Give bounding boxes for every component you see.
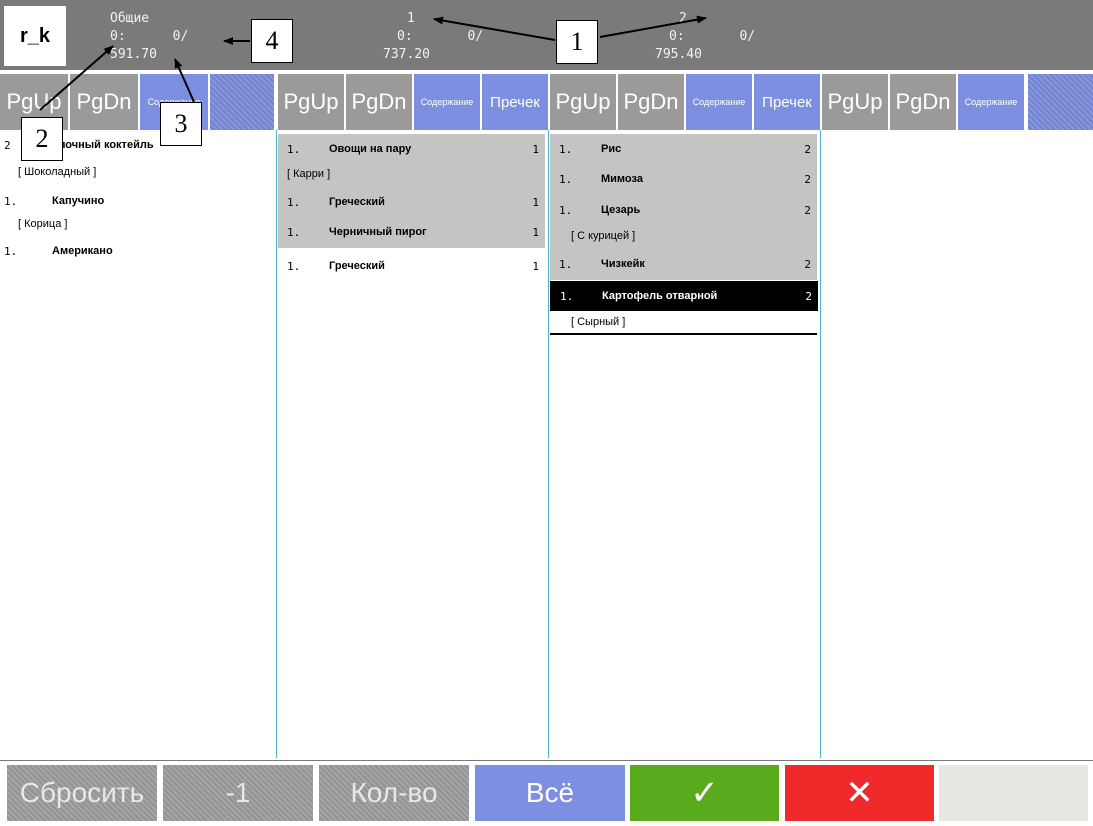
- precheck-button-disabled[interactable]: [210, 74, 274, 130]
- pgup-button[interactable]: PgUp: [822, 74, 888, 130]
- quantity-button[interactable]: Кол-во: [319, 765, 469, 821]
- header-column-title: 2: [679, 11, 687, 26]
- callout-label: 2: [21, 117, 63, 161]
- item-modifier: [ С курицей ]: [571, 230, 636, 242]
- item-name: Овощи на пару: [329, 143, 412, 155]
- item-name: Мимоза: [601, 173, 643, 185]
- item-quantity: 1.: [4, 195, 18, 208]
- order-item[interactable]: 1. Капучино: [0, 188, 275, 214]
- item-count: 2: [804, 173, 811, 186]
- pgdn-button[interactable]: PgDn: [70, 74, 138, 130]
- item-count: 2: [804, 204, 811, 217]
- checkmark-icon: ✓: [690, 774, 719, 812]
- order-item[interactable]: 1. Греческий 1: [277, 253, 545, 279]
- order-column-2: 1. Рис 2 1. Мимоза 2 1. Цезарь 2 [ С кур…: [549, 130, 820, 758]
- item-quantity: 1.: [559, 204, 573, 217]
- item-name: Американо: [52, 245, 113, 257]
- item-name: Черничный пирог: [329, 226, 427, 238]
- pgdn-button[interactable]: PgDn: [346, 74, 412, 130]
- order-item[interactable]: 1. Греческий 1: [277, 189, 545, 215]
- header-column-total: 737.20: [383, 47, 430, 62]
- header-column-title: 1: [407, 11, 415, 26]
- item-count: 2: [805, 290, 812, 303]
- callout-label: 1: [556, 20, 598, 64]
- header-bar: r_k Общие 0: 0/ 591.70 1 0: 0/ 737.20 2 …: [0, 0, 1093, 70]
- precheck-button[interactable]: Пречек: [482, 74, 548, 130]
- header-column-counter: 0: 0/: [669, 29, 756, 44]
- header-column-counter: 0: 0/: [397, 29, 484, 44]
- confirm-button[interactable]: ✓: [630, 765, 779, 821]
- order-item-selected[interactable]: 1. Картофель отварной 2: [550, 281, 818, 311]
- item-count: 1: [532, 143, 539, 156]
- precheck-button[interactable]: Пречек: [754, 74, 820, 130]
- empty-footer-slot: [939, 765, 1088, 821]
- all-button[interactable]: Всё: [475, 765, 625, 821]
- item-name: Рис: [601, 143, 622, 155]
- contents-button[interactable]: Содержание: [686, 74, 752, 130]
- item-name: Цезарь: [601, 204, 641, 216]
- column-2-toolbar: PgUp PgDn Содержание Пречек: [550, 74, 820, 130]
- order-column-0: 2 олочный коктейль [ Шоколадный ] 1. Кап…: [0, 130, 275, 758]
- selected-order-underline: [550, 333, 817, 335]
- header-column-total: 591.70: [110, 47, 157, 62]
- item-count: 1: [532, 196, 539, 209]
- item-quantity: 1.: [559, 258, 573, 271]
- item-count: 2: [804, 258, 811, 271]
- item-name: Греческий: [329, 196, 385, 208]
- order-column-3: [821, 130, 1093, 758]
- order-item[interactable]: 1. Мимоза 2: [549, 166, 817, 192]
- order-item[interactable]: 1. Цезарь 2: [549, 197, 817, 223]
- order-item[interactable]: 1. Чизкейк 2: [549, 251, 817, 277]
- item-quantity: 1.: [4, 245, 18, 258]
- item-modifier: [ Корица ]: [18, 218, 68, 230]
- header-column-total: 795.40: [655, 47, 702, 62]
- item-name: Капучино: [52, 195, 105, 207]
- item-count: 1: [532, 260, 539, 273]
- item-name: Картофель отварной: [602, 290, 718, 302]
- item-name: Чизкейк: [601, 258, 645, 270]
- header-column-title: Общие: [110, 11, 150, 26]
- order-column-1: 1. Овощи на пару 1 [ Карри ] 1. Гречески…: [277, 130, 548, 758]
- item-quantity: 1.: [287, 196, 301, 209]
- callout-label: 3: [160, 102, 202, 146]
- app-logo: r_k: [4, 6, 66, 66]
- pgup-button[interactable]: PgUp: [278, 74, 344, 130]
- close-icon: ✕: [845, 774, 874, 812]
- contents-button[interactable]: Содержание: [958, 74, 1024, 130]
- item-modifier: [ Карри ]: [287, 168, 331, 180]
- item-count: 2: [804, 143, 811, 156]
- order-item[interactable]: 1. Американо: [0, 238, 275, 264]
- item-modifier: [ Сырный ]: [571, 316, 626, 328]
- cancel-button[interactable]: ✕: [785, 765, 934, 821]
- item-count: 1: [532, 226, 539, 239]
- item-quantity: 2: [4, 139, 11, 152]
- column-1-toolbar: PgUp PgDn Содержание Пречек: [278, 74, 548, 130]
- pgdn-button[interactable]: PgDn: [890, 74, 956, 130]
- item-quantity: 1.: [560, 290, 574, 303]
- header-column-counter: 0: 0/: [110, 29, 189, 44]
- item-quantity: 1.: [559, 173, 573, 186]
- pgup-button[interactable]: PgUp: [550, 74, 616, 130]
- precheck-button-disabled[interactable]: [1028, 74, 1093, 130]
- item-quantity: 1.: [287, 143, 301, 156]
- order-item[interactable]: 1. Рис 2: [549, 136, 817, 162]
- item-modifier: [ Шоколадный ]: [18, 166, 97, 178]
- item-quantity: 1.: [287, 226, 301, 239]
- order-item[interactable]: 1. Овощи на пару 1: [277, 136, 545, 162]
- contents-button[interactable]: Содержание: [414, 74, 480, 130]
- item-quantity: 1.: [287, 260, 301, 273]
- minus-one-button[interactable]: -1: [163, 765, 313, 821]
- item-quantity: 1.: [559, 143, 573, 156]
- kitchen-display-screen: r_k Общие 0: 0/ 591.70 1 0: 0/ 737.20 2 …: [0, 0, 1093, 826]
- callout-label: 4: [251, 19, 293, 63]
- item-name: Греческий: [329, 260, 385, 272]
- column-3-toolbar: PgUp PgDn Содержание: [822, 74, 1093, 130]
- item-name: олочный коктейль: [52, 139, 154, 151]
- reset-button[interactable]: Сбросить: [7, 765, 157, 821]
- footer-action-bar: Сбросить -1 Кол-во Всё ✓ ✕: [0, 760, 1093, 826]
- order-item[interactable]: 1. Черничный пирог 1: [277, 219, 545, 245]
- pgdn-button[interactable]: PgDn: [618, 74, 684, 130]
